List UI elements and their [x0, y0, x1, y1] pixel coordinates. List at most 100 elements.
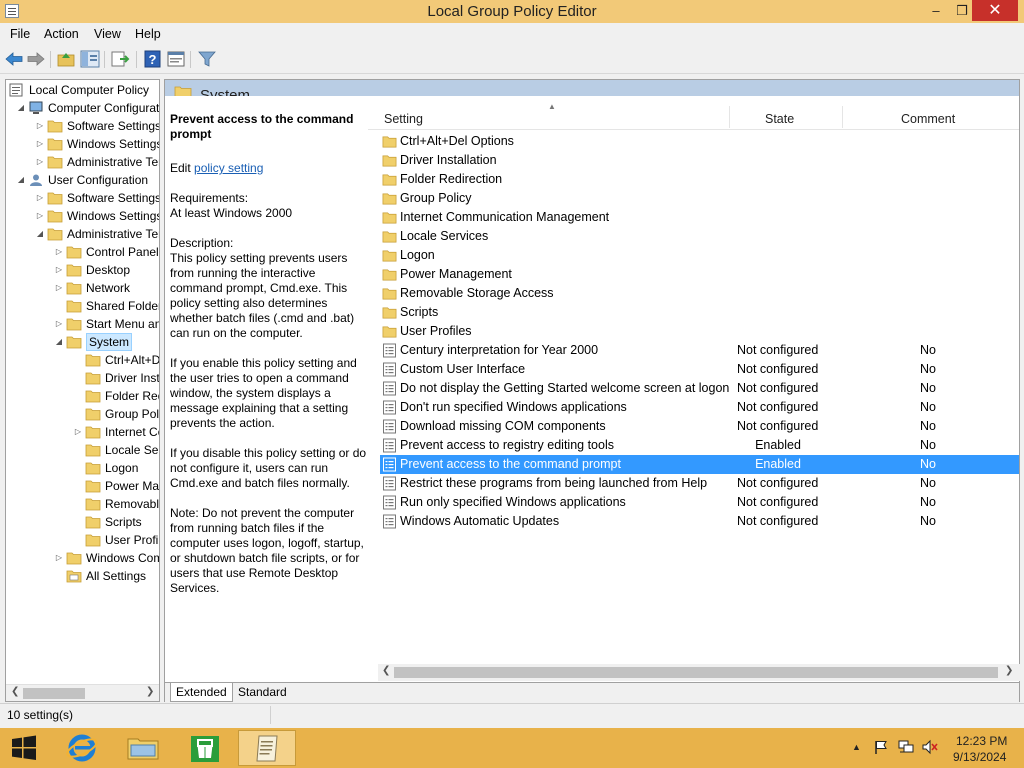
- expand-arrow-icon[interactable]: ▷: [35, 153, 45, 171]
- clock-time[interactable]: 12:23 PM: [956, 734, 1007, 748]
- show-hide-tree-icon[interactable]: [80, 50, 100, 68]
- policy-row[interactable]: Restrict these programs from being launc…: [380, 474, 1019, 493]
- expand-arrow-icon[interactable]: ▷: [73, 423, 83, 441]
- clock-date[interactable]: 9/13/2024: [953, 750, 1006, 764]
- folder-row[interactable]: Folder Redirection: [380, 170, 1019, 189]
- tree-item[interactable]: ◢ Computer Configuration: [6, 99, 159, 117]
- internet-explorer-button[interactable]: [53, 730, 111, 766]
- expand-arrow-icon[interactable]: ▷: [35, 117, 45, 135]
- folder-row[interactable]: Removable Storage Access: [380, 284, 1019, 303]
- menu-view[interactable]: View: [94, 27, 121, 41]
- expand-arrow-icon[interactable]: ▷: [54, 261, 64, 279]
- help-icon[interactable]: ?: [143, 50, 163, 68]
- scroll-thumb[interactable]: [23, 688, 85, 699]
- expand-arrow-icon[interactable]: ▷: [35, 189, 45, 207]
- tree-item[interactable]: Shared Folders: [6, 297, 159, 315]
- folder-row[interactable]: Locale Services: [380, 227, 1019, 246]
- volume-muted-icon[interactable]: [921, 739, 939, 755]
- collapse-arrow-icon[interactable]: ◢: [54, 333, 64, 351]
- forward-icon[interactable]: [26, 50, 46, 68]
- scroll-left-icon[interactable]: ❮: [382, 665, 390, 676]
- menu-help[interactable]: Help: [135, 27, 161, 41]
- start-button[interactable]: [0, 730, 58, 766]
- policy-row[interactable]: Century interpretation for Year 2000 Not …: [380, 341, 1019, 360]
- column-comment[interactable]: Comment: [901, 112, 955, 126]
- tree-item[interactable]: All Settings: [6, 567, 159, 585]
- tree-item[interactable]: ◢ Administrative Templates: [6, 225, 159, 243]
- folder-row[interactable]: Power Management: [380, 265, 1019, 284]
- tree-item[interactable]: ◢ User Configuration: [6, 171, 159, 189]
- list-horizontal-scrollbar[interactable]: ❮ ❯: [378, 664, 1020, 681]
- menu-action[interactable]: Action: [44, 27, 79, 41]
- collapse-arrow-icon[interactable]: ◢: [35, 225, 45, 243]
- policy-row[interactable]: Windows Automatic Updates Not configured N…: [380, 512, 1019, 531]
- tree-item[interactable]: ▷ Internet Communication Management: [6, 423, 159, 441]
- tree-item[interactable]: ▷ Software Settings: [6, 189, 159, 207]
- tree-item[interactable]: Logon: [6, 459, 159, 477]
- properties-icon[interactable]: [166, 50, 186, 68]
- folder-row[interactable]: Ctrl+Alt+Del Options: [380, 132, 1019, 151]
- tab-standard[interactable]: Standard: [233, 683, 292, 702]
- tree-item[interactable]: ▷ Start Menu and Taskbar: [6, 315, 159, 333]
- folder-row[interactable]: Logon: [380, 246, 1019, 265]
- tree-item[interactable]: ▷ Software Settings: [6, 117, 159, 135]
- network-icon[interactable]: [897, 739, 915, 755]
- back-icon[interactable]: [4, 50, 24, 68]
- tree-item[interactable]: ▷ Windows Settings: [6, 207, 159, 225]
- scroll-right-icon[interactable]: ❯: [1005, 665, 1013, 676]
- tree-item[interactable]: ◢ System: [6, 333, 159, 351]
- export-list-icon[interactable]: [110, 50, 130, 68]
- folder-row[interactable]: Scripts: [380, 303, 1019, 322]
- close-button[interactable]: ✕: [972, 0, 1018, 21]
- collapse-arrow-icon[interactable]: ◢: [16, 99, 26, 117]
- action-center-flag-icon[interactable]: [873, 739, 889, 755]
- expand-arrow-icon[interactable]: ▷: [54, 315, 64, 333]
- expand-arrow-icon[interactable]: ▷: [35, 207, 45, 225]
- policy-row[interactable]: Prevent access to the command prompt Enab…: [380, 455, 1019, 474]
- policy-row[interactable]: Don't run specified Windows applications…: [380, 398, 1019, 417]
- policy-row[interactable]: Custom User Interface Not configured No: [380, 360, 1019, 379]
- tree-item[interactable]: Driver Installation: [6, 369, 159, 387]
- policy-row[interactable]: Do not display the Getting Started welco…: [380, 379, 1019, 398]
- column-state[interactable]: State: [765, 112, 794, 126]
- column-setting[interactable]: Setting: [384, 112, 423, 126]
- tree-item[interactable]: Local Computer Policy: [6, 81, 159, 99]
- scroll-left-icon[interactable]: ❮: [11, 686, 19, 697]
- title-bar[interactable]: Local Group Policy Editor – ❒ ✕: [0, 0, 1024, 23]
- store-button[interactable]: [176, 730, 234, 766]
- tree-item[interactable]: ▷ Windows Settings: [6, 135, 159, 153]
- tree-item[interactable]: Ctrl+Alt+Del Options: [6, 351, 159, 369]
- expand-arrow-icon[interactable]: ▷: [54, 549, 64, 567]
- filter-icon[interactable]: [197, 50, 217, 68]
- tree-item[interactable]: ▷ Windows Components: [6, 549, 159, 567]
- folder-row[interactable]: Driver Installation: [380, 151, 1019, 170]
- policy-row[interactable]: Prevent access to registry editing tools…: [380, 436, 1019, 455]
- tree-pane[interactable]: Local Computer Policy ◢ Computer Configura…: [5, 79, 160, 702]
- tree-item[interactable]: Scripts: [6, 513, 159, 531]
- menu-file[interactable]: File: [10, 27, 30, 41]
- file-explorer-button[interactable]: [114, 730, 172, 766]
- tree-item[interactable]: Group Policy: [6, 405, 159, 423]
- folder-row[interactable]: Internet Communication Management: [380, 208, 1019, 227]
- expand-arrow-icon[interactable]: ▷: [54, 243, 64, 261]
- minimize-button[interactable]: –: [922, 0, 950, 21]
- tree-item[interactable]: Power Management: [6, 477, 159, 495]
- scroll-thumb[interactable]: [394, 667, 998, 678]
- collapse-arrow-icon[interactable]: ◢: [16, 171, 26, 189]
- group-policy-taskbar-button[interactable]: [238, 730, 296, 766]
- show-hidden-icons-icon[interactable]: ▲: [852, 742, 861, 752]
- tree-item[interactable]: Folder Redirection: [6, 387, 159, 405]
- tree-item[interactable]: ▷ Desktop: [6, 261, 159, 279]
- expand-arrow-icon[interactable]: ▷: [35, 135, 45, 153]
- policy-row[interactable]: Run only specified Windows applications N…: [380, 493, 1019, 512]
- edit-policy-link[interactable]: policy setting: [194, 161, 263, 175]
- up-folder-icon[interactable]: [56, 50, 76, 68]
- tree-item[interactable]: ▷ Control Panel: [6, 243, 159, 261]
- expand-arrow-icon[interactable]: ▷: [54, 279, 64, 297]
- tree-item[interactable]: Removable Storage Access: [6, 495, 159, 513]
- tree-horizontal-scrollbar[interactable]: ❮ ❯: [6, 684, 159, 701]
- tree-item[interactable]: ▷ Network: [6, 279, 159, 297]
- scroll-right-icon[interactable]: ❯: [146, 686, 154, 697]
- folder-row[interactable]: User Profiles: [380, 322, 1019, 341]
- policy-row[interactable]: Download missing COM components Not confi…: [380, 417, 1019, 436]
